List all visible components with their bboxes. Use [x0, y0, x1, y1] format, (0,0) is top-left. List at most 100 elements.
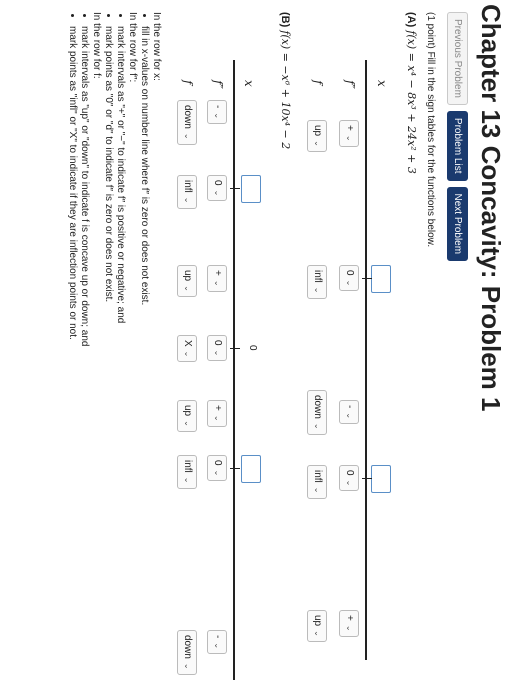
part-b-x-label: x [242, 80, 256, 87]
part-a-fpp-select[interactable]: + ⌄ [339, 120, 359, 147]
part-b-fpp-select[interactable]: 0 ⌄ [207, 335, 227, 362]
fpp-row-title: In the row for f″: [127, 12, 138, 83]
part-a-f-select-value: infl [312, 470, 323, 483]
part-a-f-select-value: infl [312, 270, 323, 283]
chevron-down-icon: ⌄ [345, 412, 354, 420]
part-b-f-select-value: down [182, 635, 193, 659]
problem-list-button[interactable]: Problem List [447, 110, 468, 181]
part-a-fpp-select-value: + [344, 125, 355, 131]
part-b-fpp-label: f″ [211, 80, 225, 89]
page-title: Chapter 13 Concavity: Problem 1 [476, 4, 506, 412]
instructions: In the row for x: fill in x-values on nu… [66, 12, 162, 692]
part-b-number-line [233, 60, 235, 680]
part-a-fpp-select[interactable]: - ⌄ [339, 400, 359, 425]
part-a-f-select[interactable]: up ⌄ [307, 120, 327, 152]
fpp-row-item: mark intervals as "+" or "−" to indicate… [114, 26, 126, 692]
part-a-f-label: f [311, 80, 325, 85]
part-a-f-select-value: up [312, 125, 323, 137]
chevron-down-icon: ⌄ [183, 132, 192, 140]
chevron-down-icon: ⌄ [313, 140, 322, 147]
part-b-f-select[interactable]: down ⌄ [177, 100, 197, 145]
chevron-down-icon: ⌄ [213, 414, 222, 422]
chevron-down-icon: ⌄ [345, 134, 354, 142]
problem-intro: (1 point) Fill in the sign tables for th… [425, 12, 436, 248]
part-b-fpp-select-value: + [212, 270, 223, 276]
part-a-tick-1 [362, 278, 372, 279]
chevron-down-icon: ⌄ [213, 279, 222, 287]
part-a-fpp-select[interactable]: 0 ⌄ [339, 265, 359, 292]
chevron-down-icon: ⌄ [345, 279, 354, 287]
f-row-item: mark intervals as "up" or "down" to indi… [78, 26, 90, 692]
chevron-down-icon: ⌄ [313, 486, 322, 494]
part-b-header: (B) f(x) = −x⁶ + 10x⁴ − 2 [279, 12, 292, 149]
part-b-fpp-select[interactable]: 0 ⌄ [207, 455, 227, 482]
previous-problem-button[interactable]: Previous Problem [447, 12, 468, 105]
part-a-f-select[interactable]: infl ⌄ [307, 265, 327, 299]
part-b-f-select[interactable]: infl ⌄ [177, 455, 197, 489]
chevron-down-icon: ⌄ [183, 350, 192, 358]
chevron-down-icon: ⌄ [213, 189, 222, 197]
f-row-item: mark points as "infl" or "X" to indicate… [66, 26, 78, 692]
part-b-f-select[interactable]: X ⌄ [177, 335, 197, 363]
part-b-x-input-2[interactable] [241, 455, 261, 483]
part-b-fpp-select-value: - [212, 635, 223, 639]
part-a-f-select-value: up [312, 615, 323, 627]
chevron-down-icon: ⌄ [183, 285, 192, 292]
chevron-down-icon: ⌄ [183, 476, 192, 484]
part-b-fpp-select[interactable]: + ⌄ [207, 265, 227, 292]
chevron-down-icon: ⌄ [213, 112, 222, 120]
chevron-down-icon: ⌄ [183, 196, 192, 204]
part-a-header: (A) f(x) = x⁴ − 8x³ + 24x² + 3 [405, 12, 418, 174]
part-b-x-input-1[interactable] [241, 175, 261, 203]
part-b-tick-1 [230, 188, 240, 189]
next-problem-button[interactable]: Next Problem [447, 186, 468, 262]
part-a-f-select[interactable]: down ⌄ [307, 390, 327, 435]
part-a-fpp-select-value: - [344, 405, 355, 409]
part-a-fpp-select[interactable]: + ⌄ [339, 610, 359, 637]
part-b-label: (B) [279, 12, 291, 28]
part-b-f-select-value: infl [182, 460, 193, 473]
part-a-f-select[interactable]: infl ⌄ [307, 465, 327, 499]
part-b-f-select[interactable]: up ⌄ [177, 265, 197, 297]
part-b-f-select[interactable]: up ⌄ [177, 400, 197, 432]
part-a-label: (A) [405, 12, 417, 28]
part-b-f-select[interactable]: down ⌄ [177, 630, 197, 675]
part-b-f-select[interactable]: infl ⌄ [177, 175, 197, 209]
page: Chapter 13 Concavity: Problem 1 Previous… [0, 0, 518, 700]
part-b-fpp-select[interactable]: 0 ⌄ [207, 175, 227, 202]
part-b-fpp-select[interactable]: - ⌄ [207, 630, 227, 655]
x-row-item: fill in x-values on number line where f″… [138, 26, 150, 692]
part-a-number-line [365, 60, 367, 660]
part-b-tick-2 [230, 348, 240, 349]
chevron-down-icon: ⌄ [313, 630, 322, 637]
part-a-fpp-select[interactable]: 0 ⌄ [339, 465, 359, 492]
f-row-title: In the row for f: [91, 12, 102, 79]
part-b-function: f(x) = −x⁶ + 10x⁴ − 2 [279, 30, 292, 150]
part-a-x-label: x [375, 80, 389, 87]
part-b-f-select-value: X [182, 340, 193, 347]
chevron-down-icon: ⌄ [345, 624, 354, 632]
x-row-title: In the row for x: [151, 12, 162, 81]
chevron-down-icon: ⌄ [183, 420, 192, 427]
part-b-f-select-value: infl [182, 180, 193, 193]
part-a-tick-2 [362, 478, 372, 479]
part-a-x-input-1[interactable] [371, 265, 391, 293]
part-b-zero-label: 0 [247, 345, 258, 351]
chevron-down-icon: ⌄ [213, 349, 222, 357]
part-b-fpp-select-value: - [212, 105, 223, 109]
problem-nav: Previous Problem Problem List Next Probl… [447, 12, 468, 262]
chevron-down-icon: ⌄ [183, 662, 192, 670]
part-b-f-select-value: up [182, 405, 193, 417]
part-b-fpp-select[interactable]: - ⌄ [207, 100, 227, 125]
part-b-fpp-select-value: 0 [212, 460, 223, 466]
part-b-fpp-select[interactable]: + ⌄ [207, 400, 227, 427]
part-a-x-input-2[interactable] [371, 465, 391, 493]
part-b-f-select-value: down [182, 105, 193, 129]
part-a-fpp-select-value: 0 [344, 270, 355, 276]
part-b-tick-3 [230, 468, 240, 469]
part-a-fpp-label: f″ [343, 80, 357, 89]
part-a-f-select[interactable]: up ⌄ [307, 610, 327, 642]
part-b-fpp-select-value: 0 [212, 340, 223, 346]
part-b-fpp-select-value: + [212, 405, 223, 411]
fpp-row-item: mark points as "0" or "d" to indicate f″… [102, 26, 114, 692]
